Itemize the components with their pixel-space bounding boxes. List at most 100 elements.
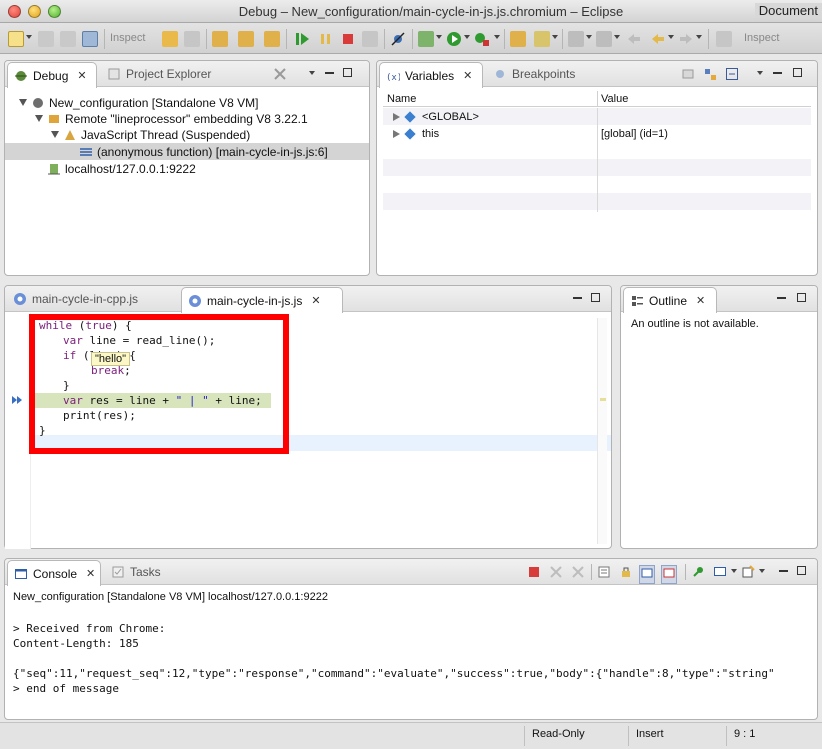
inspect-button[interactable]: Inspect [110, 32, 145, 44]
collapse-all-icon[interactable] [725, 67, 739, 84]
maximize-view-icon[interactable] [793, 68, 802, 77]
show-on-stdout-icon[interactable] [639, 565, 655, 584]
remove-launch-icon[interactable] [549, 565, 563, 582]
show-type-names-icon[interactable] [681, 67, 695, 84]
chromium-file-icon [13, 292, 27, 306]
inspect-button-right[interactable]: Inspect [744, 32, 779, 44]
debug-dropdown-icon[interactable] [436, 35, 442, 39]
minimize-view-icon[interactable] [773, 72, 782, 74]
new-dropdown-icon[interactable] [26, 35, 32, 39]
outline-view: Outline ✕ An outline is not available. [620, 285, 818, 549]
resume-icon[interactable] [294, 31, 310, 47]
view-menu-icon[interactable] [757, 71, 763, 75]
run-dropdown-icon[interactable] [464, 35, 470, 39]
outline-icon [630, 294, 644, 308]
expand-toggle-icon[interactable] [19, 99, 27, 106]
suspend-icon[interactable] [318, 31, 334, 47]
minimize-view-icon[interactable] [779, 570, 788, 572]
close-tab-icon[interactable]: ✕ [463, 69, 472, 82]
debug-icon[interactable] [418, 31, 434, 47]
column-header-value[interactable]: Value [601, 93, 628, 105]
tree-item-remote-vm[interactable]: Remote "lineprocessor" embedding V8 3.22… [5, 110, 369, 127]
show-on-stderr-icon[interactable] [661, 565, 677, 584]
minimize-view-icon[interactable] [325, 72, 334, 74]
tab-label: Variables [405, 68, 455, 83]
ruler-marker[interactable] [600, 398, 606, 401]
tab-tasks[interactable]: Tasks [105, 559, 167, 585]
terminate-icon[interactable] [527, 565, 541, 582]
external-tools-dropdown-icon[interactable] [494, 35, 500, 39]
next-annotation-dropdown-icon[interactable] [586, 35, 592, 39]
back-icon[interactable] [650, 31, 666, 47]
open-console-icon[interactable] [741, 565, 755, 582]
show-logical-structure-icon[interactable] [703, 67, 717, 84]
disconnect-icon[interactable] [362, 31, 378, 47]
tab-main-cycle-in-js[interactable]: main-cycle-in-js.js ✕ [181, 287, 343, 313]
open-console-dropdown-icon[interactable] [759, 569, 765, 573]
forward-icon[interactable] [678, 31, 694, 47]
maximize-view-icon[interactable] [797, 566, 806, 575]
annotation-dropdown-icon[interactable] [552, 35, 558, 39]
save-icon[interactable] [38, 31, 54, 47]
tab-breakpoints[interactable]: Breakpoints [487, 61, 581, 87]
tree-item-launch[interactable]: New_configuration [Standalone V8 VM] [5, 94, 369, 111]
external-tools-icon[interactable] [474, 31, 490, 47]
close-tab-icon[interactable]: ✕ [311, 294, 320, 307]
process-icon [47, 162, 61, 176]
run-icon[interactable] [446, 31, 462, 47]
tab-console[interactable]: Console ✕ [7, 560, 101, 586]
maximize-view-icon[interactable] [591, 293, 600, 302]
status-bar: Read-Only Insert 9 : 1 [0, 722, 822, 749]
maximize-view-icon[interactable] [343, 68, 352, 77]
expand-toggle-icon[interactable] [393, 129, 400, 138]
console-line: > end of message [13, 682, 119, 695]
minimize-view-icon[interactable] [777, 297, 786, 299]
print-icon[interactable] [82, 31, 98, 47]
tree-item-stack-frame[interactable]: (anonymous function) [main-cycle-in-js.j… [5, 143, 369, 160]
new-icon[interactable] [8, 31, 24, 47]
minimize-view-icon[interactable] [573, 297, 582, 299]
annotation-icon[interactable] [534, 31, 550, 47]
close-tab-icon[interactable]: ✕ [696, 294, 705, 307]
step-into-icon[interactable] [212, 31, 228, 47]
tree-item-process[interactable]: localhost/127.0.0.1:9222 [5, 160, 369, 177]
last-edit-icon[interactable] [626, 31, 642, 47]
next-annotation-icon[interactable] [568, 31, 584, 47]
tab-variables[interactable]: (x) Variables ✕ [379, 62, 483, 88]
clear-console-icon[interactable] [597, 565, 611, 582]
pin-console-icon[interactable] [691, 565, 705, 582]
overview-ruler[interactable] [597, 318, 607, 544]
step-return-icon[interactable] [264, 31, 280, 47]
maximize-view-icon[interactable] [797, 293, 806, 302]
document-label: Document [754, 3, 822, 18]
open-folder-icon[interactable] [510, 31, 526, 47]
expand-toggle-icon[interactable] [393, 112, 400, 121]
scroll-lock-icon[interactable] [619, 565, 633, 582]
forward-dropdown-icon[interactable] [696, 35, 702, 39]
display-console-dropdown-icon[interactable] [731, 569, 737, 573]
skip-breakpoints-icon[interactable] [390, 31, 406, 47]
tab-outline[interactable]: Outline ✕ [623, 287, 717, 313]
remove-terminated-icon[interactable] [273, 67, 287, 84]
save-all-icon[interactable] [60, 31, 76, 47]
expand-toggle-icon[interactable] [35, 115, 43, 122]
expand-toggle-icon[interactable] [51, 131, 59, 138]
back-dropdown-icon[interactable] [668, 35, 674, 39]
tab-main-cycle-in-cpp[interactable]: main-cycle-in-cpp.js [7, 286, 144, 312]
remove-all-terminated-icon[interactable] [571, 565, 585, 582]
terminate-icon[interactable] [340, 31, 356, 47]
drop-to-frame-icon[interactable] [184, 31, 200, 47]
prev-annotation-icon[interactable] [596, 31, 612, 47]
display-console-icon[interactable] [713, 565, 727, 582]
view-menu-icon[interactable] [309, 71, 315, 75]
step-over-icon[interactable] [238, 31, 254, 47]
tab-project-explorer[interactable]: Project Explorer [101, 61, 217, 87]
tab-debug[interactable]: Debug ✕ [7, 62, 97, 88]
close-tab-icon[interactable]: ✕ [86, 567, 95, 580]
prev-annotation-dropdown-icon[interactable] [614, 35, 620, 39]
pin-editor-icon[interactable] [716, 31, 732, 47]
column-header-name[interactable]: Name [387, 93, 416, 105]
close-tab-icon[interactable]: ✕ [77, 69, 86, 82]
tree-item-thread[interactable]: JavaScript Thread (Suspended) [5, 126, 369, 143]
use-step-filters-icon[interactable] [162, 31, 178, 47]
